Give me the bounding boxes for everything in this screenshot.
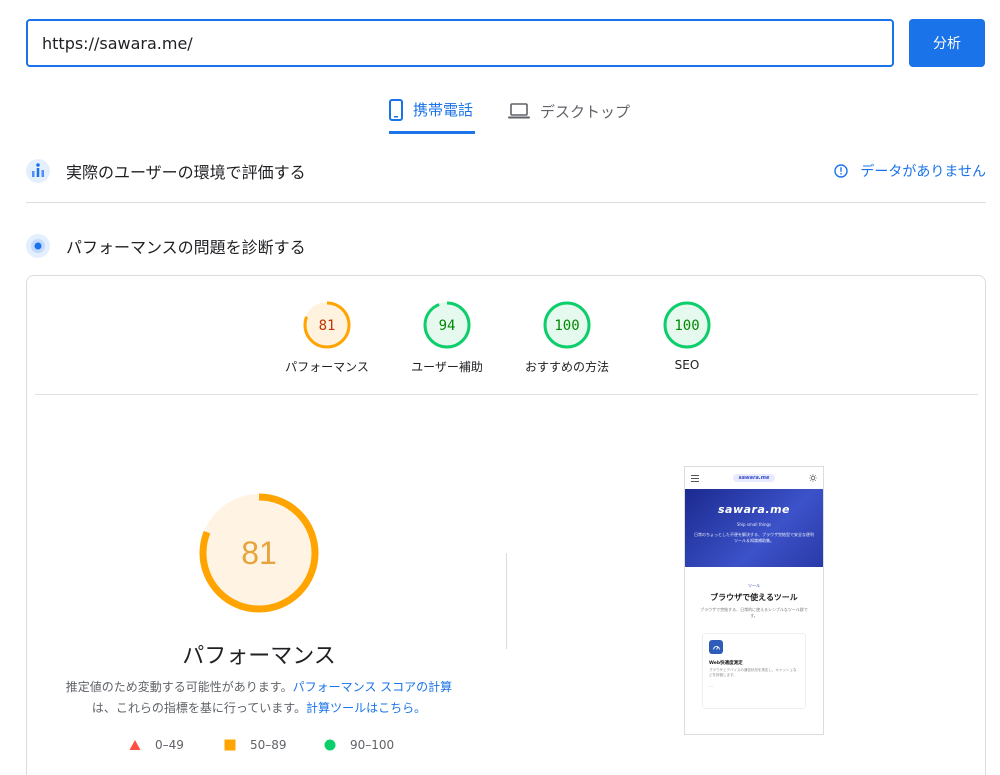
gauge-best-practices-label: おすすめの方法 xyxy=(524,360,609,374)
gauge-performance[interactable]: 81 パフォーマンス xyxy=(267,300,387,375)
legend-pass-range: 90–100 xyxy=(350,738,395,752)
gauge-accessibility-ring: 94 xyxy=(423,301,471,349)
thumb-card-desc: ブラウザとデバイスの通信状況を測定し、キャッシュなどを評価します。 xyxy=(709,668,797,677)
circle-icon xyxy=(324,739,336,751)
performance-description: 推定値のため変動する可能性があります。パフォーマンス スコアの計算は、これらの指… xyxy=(57,677,461,719)
laptop-icon xyxy=(508,103,530,119)
lab-target-icon xyxy=(26,234,50,258)
tab-desktop[interactable]: デスクトップ xyxy=(508,88,638,134)
gauge-best-practices-value: 100 xyxy=(554,318,579,334)
triangle-icon xyxy=(129,740,141,750)
gauge-seo-ring: 100 xyxy=(663,301,711,349)
gauge-best-practices-ring: 100 xyxy=(543,301,591,349)
gauge-seo[interactable]: 100 SEO xyxy=(627,300,747,372)
gauge-accessibility-value: 94 xyxy=(439,318,456,334)
page-screenshot[interactable]: sawara.me sawara.me Ship small things 日常… xyxy=(684,466,824,735)
thumb-header: sawara.me xyxy=(685,467,823,489)
legend-fail: 0–49 xyxy=(129,738,184,752)
gauge-performance-label: パフォーマンス xyxy=(285,360,369,374)
tab-mobile[interactable]: 携帯電話 xyxy=(389,88,475,134)
info-icon xyxy=(834,164,849,178)
legend-fail-range: 0–49 xyxy=(155,738,184,752)
gauge-seo-value: 100 xyxy=(674,318,699,334)
desc-text-2: は、これらの指標を基に行っています。 xyxy=(91,701,307,715)
thumb-hero: sawara.me Ship small things 日常のちょっとした不便を… xyxy=(685,489,823,567)
tab-desktop-label: デスクトップ xyxy=(540,102,631,121)
performance-score: 81 xyxy=(241,534,277,571)
url-input[interactable] xyxy=(26,19,894,67)
thumb-hero-desc: 日常のちょっとした不便を解決する、ブラウザ完結型で安全な便利ツール＆知識補助集。 xyxy=(694,532,814,543)
diagnose-section: パフォーマンスの問題を診断する xyxy=(26,226,986,266)
field-data-section: 実際のユーザーの環境で評価する データがありません xyxy=(26,151,986,191)
device-tabs: 携帯電話 デスクトップ xyxy=(0,88,1000,134)
analyze-button[interactable]: 分析 xyxy=(909,19,985,67)
thumb-card-title: Web快適度測定 xyxy=(709,661,743,666)
gauge-performance-ring: 81 xyxy=(303,301,351,349)
thumb-card-more: ... xyxy=(709,683,713,688)
section-divider xyxy=(26,202,986,203)
gauge-accessibility[interactable]: 94 ユーザー補助 xyxy=(387,300,507,375)
score-calc-link[interactable]: パフォーマンス スコアの計算 xyxy=(293,680,453,694)
vertical-divider xyxy=(506,553,507,649)
users-chart-icon xyxy=(26,159,50,183)
sun-icon xyxy=(809,474,817,482)
thumb-section-desc: ブラウザで完結する、日常的に使えるシンプルなツール群です。 xyxy=(700,607,808,618)
performance-title: パフォーマンス xyxy=(182,644,336,669)
thumb-logo: sawara.me xyxy=(732,474,776,482)
thumb-section-title: ブラウザで使えるツール xyxy=(710,593,798,602)
diagnose-title: パフォーマンスの問題を診断する xyxy=(66,238,306,257)
hamburger-icon xyxy=(691,474,699,482)
performance-big-gauge: 81 xyxy=(197,491,321,615)
square-icon xyxy=(224,739,236,751)
legend-average-range: 50–89 xyxy=(250,738,287,752)
legend-pass: 90–100 xyxy=(324,738,394,752)
thumb-tagline: Ship small things xyxy=(736,522,772,527)
thumb-tool-card: Web快適度測定 ブラウザとデバイスの通信状況を測定し、キャッシュなどを評価しま… xyxy=(702,633,806,709)
no-data-link[interactable]: データがありません xyxy=(834,161,986,181)
gauge-performance-value: 81 xyxy=(319,318,336,334)
calculator-link[interactable]: 計算ツールはこちら。 xyxy=(306,701,426,715)
scores-divider xyxy=(35,394,978,395)
no-data-label: データがありません xyxy=(860,164,986,180)
gauge-seo-label: SEO xyxy=(674,358,700,372)
thumb-brand: sawara.me xyxy=(717,503,790,516)
phone-icon xyxy=(389,98,403,121)
gauge-best-practices[interactable]: 100 おすすめの方法 xyxy=(507,300,627,375)
speed-gauge-icon xyxy=(709,640,723,654)
desc-text-1: 推定値のため変動する可能性があります。 xyxy=(65,680,293,694)
report-card: 81 パフォーマンス 94 ユーザー補助 100 おすすめの方法 100 SEO xyxy=(26,275,986,775)
tab-mobile-label: 携帯電話 xyxy=(413,101,474,119)
gauge-accessibility-label: ユーザー補助 xyxy=(411,360,483,374)
legend-average: 50–89 xyxy=(224,738,287,752)
thumb-section-tag: ツール xyxy=(748,583,760,588)
field-data-title: 実際のユーザーの環境で評価する xyxy=(66,163,306,182)
